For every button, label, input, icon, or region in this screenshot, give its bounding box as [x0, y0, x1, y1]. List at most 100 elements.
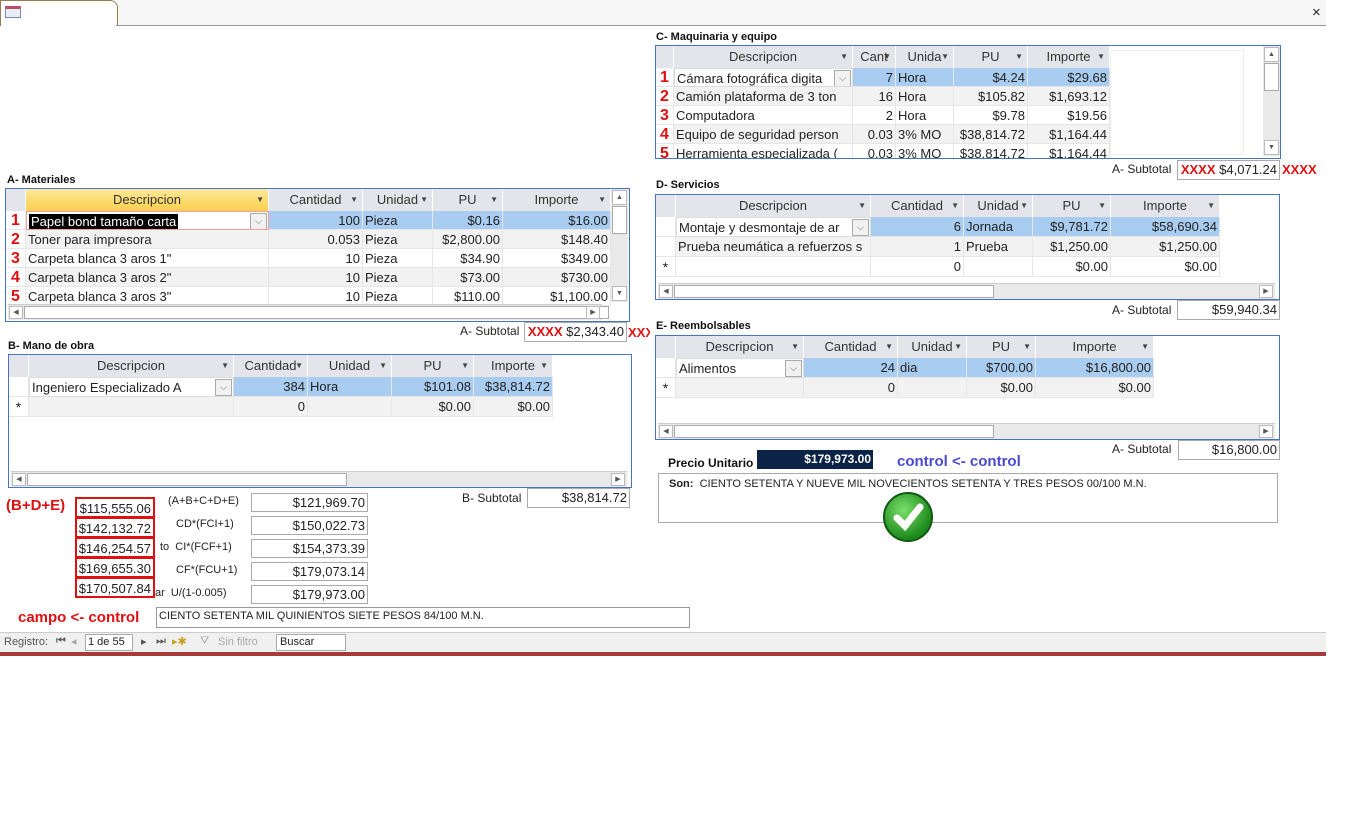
dropdown-arrow-icon[interactable]: ▼ [941, 46, 949, 68]
scroll-thumb[interactable] [27, 473, 347, 486]
scroll-left-icon[interactable]: ◀ [659, 285, 673, 298]
dropdown-arrow-icon[interactable]: ▼ [1098, 195, 1106, 217]
horizontal-scrollbar[interactable]: ◀ ▶ [658, 423, 1275, 439]
dropdown-arrow-icon[interactable]: ▼ [883, 46, 891, 68]
row-selector[interactable]: 5 [656, 144, 674, 158]
campo-text-field[interactable]: CIENTO SETENTA MIL QUINIENTOS SIETE PESO… [156, 607, 690, 628]
row-selector[interactable]: 3 [656, 106, 674, 125]
grid-cell[interactable]: Cámara fotográfica digita ⌵ [674, 68, 853, 87]
column-header-cant[interactable]: Cant ▼ [853, 46, 896, 68]
row-selector[interactable] [656, 358, 676, 378]
new-record-icon[interactable]: ▸✱ [172, 635, 187, 648]
scroll-right-icon[interactable]: ▶ [611, 473, 625, 486]
control-value-field[interactable]: $170,507.84 [75, 577, 155, 598]
column-header-unidad[interactable]: Unidad ▼ [363, 189, 433, 211]
first-record-icon[interactable]: ⏮ [56, 635, 66, 648]
dropdown-arrow-icon[interactable]: ▼ [490, 189, 498, 211]
chevron-down-icon[interactable]: ⌵ [834, 70, 851, 86]
materiales-grid[interactable]: Descripcion ▼ Cantidad ▼ Unidad ▼ PU ▼ Importe ▼ 1… [5, 188, 630, 322]
scroll-thumb[interactable] [1264, 63, 1279, 91]
dropdown-arrow-icon[interactable]: ▼ [885, 336, 893, 358]
last-record-icon[interactable]: ⏭ [156, 635, 166, 648]
grid-cell[interactable]: Carpeta blanca 3 aros 1" [26, 249, 269, 268]
column-header-descripcion[interactable]: Descripcion ▼ [26, 189, 269, 211]
close-icon[interactable]: × [1312, 4, 1321, 21]
scroll-right-icon[interactable]: ▶ [1259, 425, 1273, 438]
row-selector[interactable]: 2 [6, 230, 26, 249]
dropdown-arrow-icon[interactable]: ▼ [791, 336, 799, 358]
grid-cell[interactable] [676, 378, 804, 398]
column-header-importe[interactable]: Importe ▼ [474, 355, 553, 377]
grid-cell[interactable]: Montaje y desmontaje de ar ⌵ [676, 217, 871, 237]
scroll-thumb[interactable] [674, 285, 994, 298]
precio-value[interactable]: $179,973.00 [757, 450, 873, 469]
chevron-down-icon[interactable]: ⌵ [250, 213, 267, 229]
row-selector[interactable] [656, 217, 676, 237]
row-selector[interactable]: * [656, 257, 676, 277]
horizontal-scrollbar[interactable]: ◀ ▶ [658, 283, 1275, 299]
grid-cell[interactable]: Equipo de seguridad person [674, 125, 853, 144]
dropdown-arrow-icon[interactable]: ▼ [598, 189, 606, 211]
row-selector[interactable] [9, 377, 29, 397]
scroll-up-icon[interactable]: ▲ [612, 190, 627, 205]
select-all-corner[interactable] [9, 355, 29, 377]
select-all-corner[interactable] [656, 46, 674, 68]
dropdown-arrow-icon[interactable]: ▼ [954, 336, 962, 358]
vertical-scrollbar[interactable]: ▲ ▼ [1263, 46, 1280, 156]
combo-text[interactable]: Ingeniero Especializado A [32, 380, 182, 395]
combo-text[interactable]: Montaje y desmontaje de ar [679, 220, 839, 235]
grid-cell[interactable]: Camión plataforma de 3 ton [674, 87, 853, 106]
column-header-importe[interactable]: Importe ▼ [1036, 336, 1154, 358]
scroll-right-icon[interactable]: ▶ [586, 306, 600, 319]
scroll-right-icon[interactable]: ▶ [1259, 285, 1273, 298]
row-selector[interactable]: 2 [656, 87, 674, 106]
select-all-corner[interactable] [656, 195, 676, 217]
reembolsables-grid[interactable]: Descripcion ▼ Cantidad ▼ Unidad ▼ PU ▼ Importe ▼ A… [655, 335, 1280, 440]
column-header-descripcion[interactable]: Descripcion ▼ [674, 46, 853, 68]
dropdown-arrow-icon[interactable]: ▼ [1207, 195, 1215, 217]
control-value-field[interactable]: $142,132.72 [75, 517, 155, 538]
formula-value-field[interactable]: $150,022.73 [251, 516, 368, 535]
dropdown-arrow-icon[interactable]: ▼ [540, 355, 548, 377]
grid-cell[interactable]: Prueba neumática a refuerzos s [676, 237, 871, 257]
column-header-pu[interactable]: PU ▼ [1033, 195, 1111, 217]
column-header-pu[interactable]: PU ▼ [433, 189, 503, 211]
formula-value-field[interactable]: $179,973.00 [251, 585, 368, 604]
horizontal-scrollbar[interactable]: ◀ ▶ [8, 304, 609, 320]
chevron-down-icon[interactable]: ⌵ [215, 379, 232, 396]
grid-cell[interactable]: Papel bond tamaño carta ⌵ [26, 211, 269, 230]
dropdown-arrow-icon[interactable]: ▼ [256, 189, 264, 211]
scroll-left-icon[interactable]: ◀ [12, 473, 26, 486]
formula-value-field[interactable]: $154,373.39 [251, 539, 368, 558]
dropdown-arrow-icon[interactable]: ▼ [379, 355, 387, 377]
vertical-scrollbar[interactable]: ▲ ▼ [611, 189, 628, 302]
dropdown-arrow-icon[interactable]: ▼ [461, 355, 469, 377]
dropdown-arrow-icon[interactable]: ▼ [420, 189, 428, 211]
chevron-down-icon[interactable]: ⌵ [785, 360, 802, 377]
dropdown-arrow-icon[interactable]: ▼ [1097, 46, 1105, 68]
grid-cell[interactable]: Toner para impresora [26, 230, 269, 249]
row-selector[interactable] [656, 237, 676, 257]
column-header-importe[interactable]: Importe ▼ [503, 189, 611, 211]
column-header-unidad[interactable]: Unidad ▼ [964, 195, 1033, 217]
control-value-field[interactable]: $146,254.57 [75, 537, 155, 558]
scroll-thumb[interactable] [24, 306, 609, 319]
grid-cell[interactable]: Alimentos ⌵ [676, 358, 804, 378]
row-selector[interactable]: 3 [6, 249, 26, 268]
scroll-thumb[interactable] [612, 206, 627, 234]
select-all-corner[interactable] [656, 336, 676, 358]
row-selector[interactable]: * [656, 378, 676, 398]
grid-cell[interactable]: Computadora [674, 106, 853, 125]
mano-obra-grid[interactable]: Descripcion ▼ Cantidad ▼ Unidad ▼ PU ▼ Importe ▼ I… [8, 354, 632, 488]
column-header-unidad[interactable]: Unidad ▼ [308, 355, 392, 377]
column-header-cantidad[interactable]: Cantidad ▼ [234, 355, 308, 377]
maquinaria-grid[interactable]: Descripcion ▼ Cant ▼ Unida ▼ PU ▼ Importe ▼ 1 Cámar… [655, 45, 1281, 159]
prev-record-icon[interactable]: ◂ [71, 635, 77, 648]
dropdown-arrow-icon[interactable]: ▼ [840, 46, 848, 68]
column-header-importe[interactable]: Importe ▼ [1028, 46, 1110, 68]
row-selector[interactable]: 1 [656, 68, 674, 87]
dropdown-arrow-icon[interactable]: ▼ [350, 189, 358, 211]
column-header-unidad[interactable]: Unidad ▼ [898, 336, 967, 358]
grid-cell[interactable] [676, 257, 871, 277]
formula-value-field[interactable]: $121,969.70 [251, 493, 368, 512]
